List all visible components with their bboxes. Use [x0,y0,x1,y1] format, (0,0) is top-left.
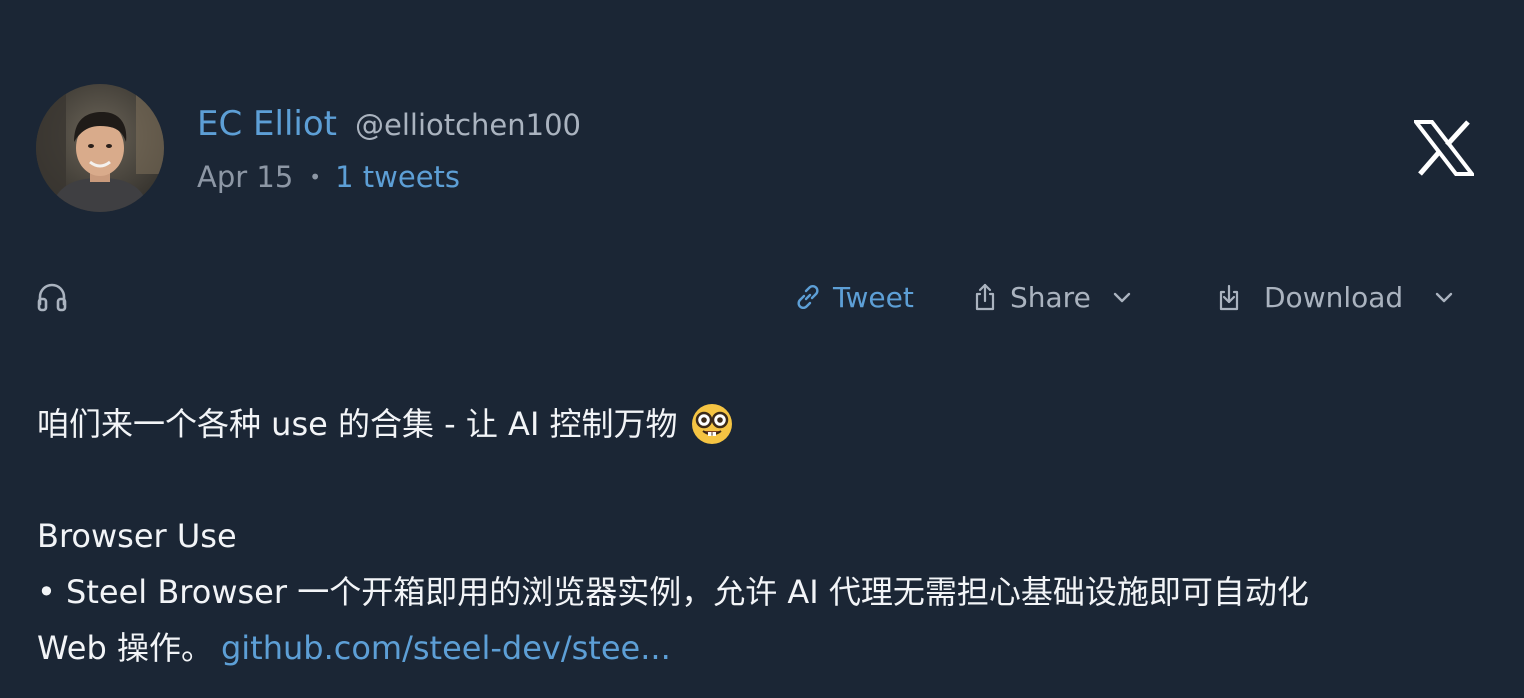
github-link[interactable]: github.com/steel-dev/stee... [221,620,671,676]
share-button[interactable]: Share [970,276,1133,318]
tweet-line: • Steel Browser 一个开箱即用的浏览器实例，允许 AI 代理无需担… [37,564,1477,620]
tweet-link-button[interactable]: Tweet [793,276,914,318]
download-button[interactable]: Download [1214,276,1455,318]
author-handle[interactable]: @elliotchen100 [355,108,581,142]
tweet-meta: Apr 15 • 1 tweets [197,157,460,197]
tweet-count-link[interactable]: 1 tweets [335,160,460,194]
nerd-face-emoji-icon [691,404,732,444]
share-icon [975,283,995,311]
download-label: Download [1264,280,1404,314]
tweet-card: EC Elliot @elliotchen100 Apr 15 • 1 twee… [0,0,1524,698]
tweet-line: Web 操作。 github.com/steel-dev/stee... [37,620,1477,676]
link-icon [797,284,819,310]
x-logo-icon[interactable] [1411,120,1477,176]
chevron-down-icon[interactable] [1433,286,1455,308]
avatar[interactable] [36,84,164,212]
tweet-label: Tweet [833,280,914,314]
bullet-text: • Steel Browser 一个开箱即用的浏览器实例，允许 AI 代理无需担… [37,573,1309,611]
section-title: Browser Use [37,517,237,555]
bullet-text-continued: Web 操作。 [37,629,213,667]
headphones-icon[interactable] [36,280,68,312]
share-label: Share [1010,280,1091,314]
download-icon [1219,284,1239,311]
tweet-line: 咱们来一个各种 use 的合集 - 让 AI 控制万物 [37,396,1477,452]
tweet-body: 咱们来一个各种 use 的合集 - 让 AI 控制万物 Browser Use … [37,396,1477,676]
tweet-date: Apr 15 [197,160,294,194]
author-display-name[interactable]: EC Elliot [197,104,337,144]
chevron-down-icon[interactable] [1111,286,1133,308]
tweet-line: Browser Use [37,508,1477,564]
meta-separator: • [309,165,322,189]
tweet-intro-text: 咱们来一个各种 use 的合集 - 让 AI 控制万物 [37,405,678,443]
author-name-row: EC Elliot @elliotchen100 [197,104,581,148]
